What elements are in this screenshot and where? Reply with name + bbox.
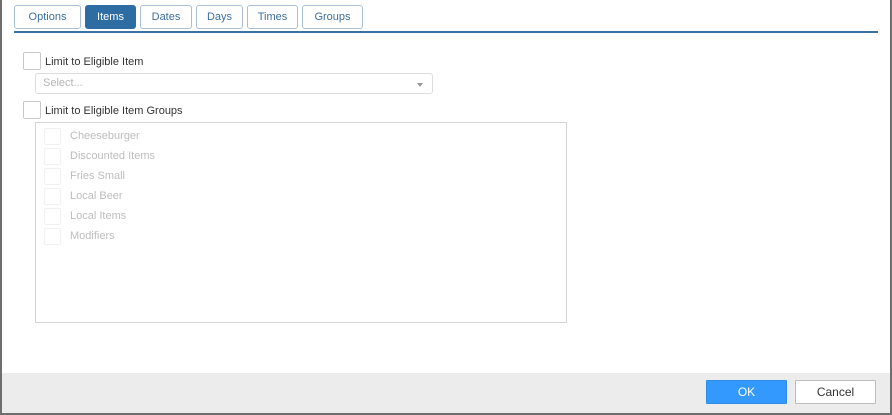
list-item[interactable]: Fries Small <box>44 167 344 185</box>
cancel-button[interactable]: Cancel <box>795 380 876 404</box>
item-checkbox[interactable] <box>44 228 61 245</box>
item-checkbox[interactable] <box>44 208 61 225</box>
dialog-footer: OK Cancel <box>2 373 890 413</box>
list-item[interactable]: Local Beer <box>44 187 344 205</box>
item-label: Local Items <box>70 210 127 222</box>
tab-times[interactable]: Times <box>247 5 298 29</box>
eligible-item-label: Limit to Eligible Item <box>45 56 144 68</box>
item-label: Modifiers <box>70 230 115 242</box>
eligible-groups-checkbox[interactable] <box>23 101 41 119</box>
tab-dates[interactable]: Dates <box>140 5 192 29</box>
item-label: Fries Small <box>70 170 126 182</box>
select-placeholder: Select... <box>43 77 83 89</box>
ok-button[interactable]: OK <box>706 380 787 404</box>
tab-items[interactable]: Items <box>85 5 136 29</box>
tab-groups[interactable]: Groups <box>302 5 363 29</box>
list-item[interactable]: Discounted Items <box>44 147 344 165</box>
eligible-groups-label: Limit to Eligible Item Groups <box>45 105 183 117</box>
tab-days[interactable]: Days <box>196 5 243 29</box>
dialog: Options Items Dates Days Times Groups Li… <box>2 0 890 413</box>
list-item[interactable]: Cheeseburger <box>44 127 344 145</box>
item-checkbox[interactable] <box>44 188 61 205</box>
item-checkbox[interactable] <box>44 128 61 145</box>
chevron-down-icon <box>417 83 423 87</box>
tab-bar: Options Items Dates Days Times Groups <box>14 5 878 33</box>
item-checkbox[interactable] <box>44 148 61 165</box>
item-label: Discounted Items <box>70 150 155 162</box>
item-groups-list: Cheeseburger Discounted Items Fries Smal… <box>35 122 567 323</box>
item-checkbox[interactable] <box>44 168 61 185</box>
eligible-item-checkbox[interactable] <box>23 52 41 70</box>
list-item[interactable]: Local Items <box>44 207 344 225</box>
tab-options[interactable]: Options <box>14 5 81 29</box>
item-label: Local Beer <box>70 190 123 202</box>
list-item[interactable]: Modifiers <box>44 227 344 245</box>
eligible-item-select[interactable]: Select... <box>35 73 433 94</box>
item-label: Cheeseburger <box>70 130 140 142</box>
